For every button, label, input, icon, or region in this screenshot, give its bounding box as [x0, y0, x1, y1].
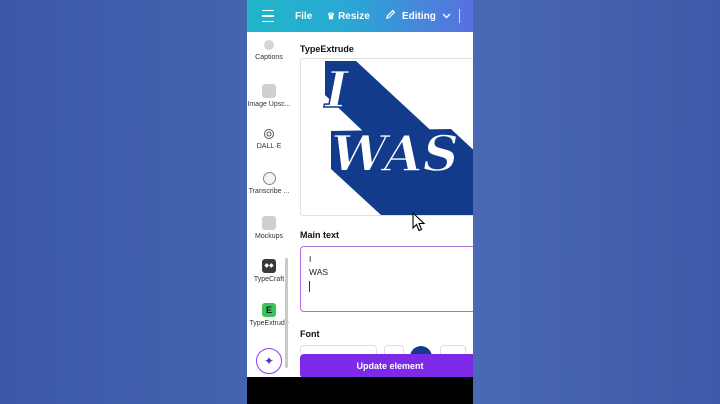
main-text-input[interactable]: I WAS — [300, 246, 473, 312]
preview-line-1: I — [323, 60, 350, 119]
sidebar-item-transcribe[interactable]: Transcribe ... — [247, 172, 291, 195]
app-title: TypeExtrude — [300, 44, 354, 54]
canva-mobile-frame: File ♛ Resize Editing Captions Image Ups… — [247, 0, 473, 404]
apps-sidebar: Captions Image Upsc... DALL·E Transcribe… — [247, 32, 291, 377]
mouse-cursor-icon — [412, 212, 426, 232]
sidebar-item-dalle[interactable]: DALL·E — [247, 128, 291, 150]
sidebar-item-image-upscaler[interactable]: Image Upsc... — [247, 84, 291, 108]
sidebar-item-captions[interactable]: Captions — [247, 40, 291, 61]
toolbar-divider — [459, 9, 460, 23]
main-text-label: Main text — [300, 230, 340, 240]
font-controls-row — [300, 345, 473, 368]
menu-icon[interactable] — [261, 0, 275, 32]
main-text-line-1: I — [309, 254, 312, 264]
extrude-preview[interactable]: I WAS — [300, 58, 473, 216]
app-panel: TypeExtrude I WAS Main text I WAS Font — [300, 32, 473, 377]
sparkle-icon: ✦ — [263, 354, 275, 368]
update-element-button[interactable]: Update element — [300, 354, 473, 378]
dalle-icon — [263, 128, 275, 140]
file-label: File — [295, 10, 313, 22]
font-label: Font — [300, 329, 320, 339]
font-style-control[interactable] — [440, 345, 466, 354]
sidebar-item-label: Transcribe ... — [248, 188, 290, 195]
extrude-preview-graphic: I WAS — [322, 59, 473, 215]
editing-mode-dropdown[interactable]: Editing — [385, 0, 451, 32]
pencil-icon — [385, 9, 396, 23]
sidebar-item-label: Mockups — [254, 233, 283, 240]
sidebar-item-label: Image Upsc... — [247, 101, 291, 108]
typeextrude-icon: E — [262, 303, 276, 317]
top-toolbar: File ♛ Resize Editing — [247, 0, 473, 32]
mockups-icon — [262, 216, 276, 230]
text-caret — [309, 281, 310, 292]
captions-icon — [264, 40, 274, 50]
resize-button[interactable]: ♛ Resize — [327, 0, 370, 32]
image-upscaler-icon — [262, 84, 276, 98]
crown-icon: ♛ — [327, 10, 336, 21]
chevron-down-icon — [442, 11, 451, 22]
sidebar-item-label: Captions — [255, 54, 283, 61]
preview-line-2: WAS — [331, 124, 459, 183]
typecraft-icon: ◆◆ — [262, 259, 276, 273]
main-text-line-2: WAS — [309, 267, 329, 277]
magic-sparkle-button[interactable]: ✦ — [256, 348, 282, 374]
font-size-control[interactable] — [384, 345, 404, 354]
editing-label: Editing — [402, 10, 436, 22]
sidebar-scrollbar[interactable] — [285, 258, 288, 368]
device-bottom-bar — [247, 377, 473, 404]
file-menu-button[interactable]: File — [295, 0, 312, 32]
font-family-select[interactable] — [300, 345, 377, 354]
transcribe-icon — [262, 172, 276, 185]
sidebar-item-label: DALL·E — [256, 143, 282, 150]
sidebar-item-mockups[interactable]: Mockups — [247, 216, 291, 240]
resize-label: Resize — [338, 10, 370, 22]
